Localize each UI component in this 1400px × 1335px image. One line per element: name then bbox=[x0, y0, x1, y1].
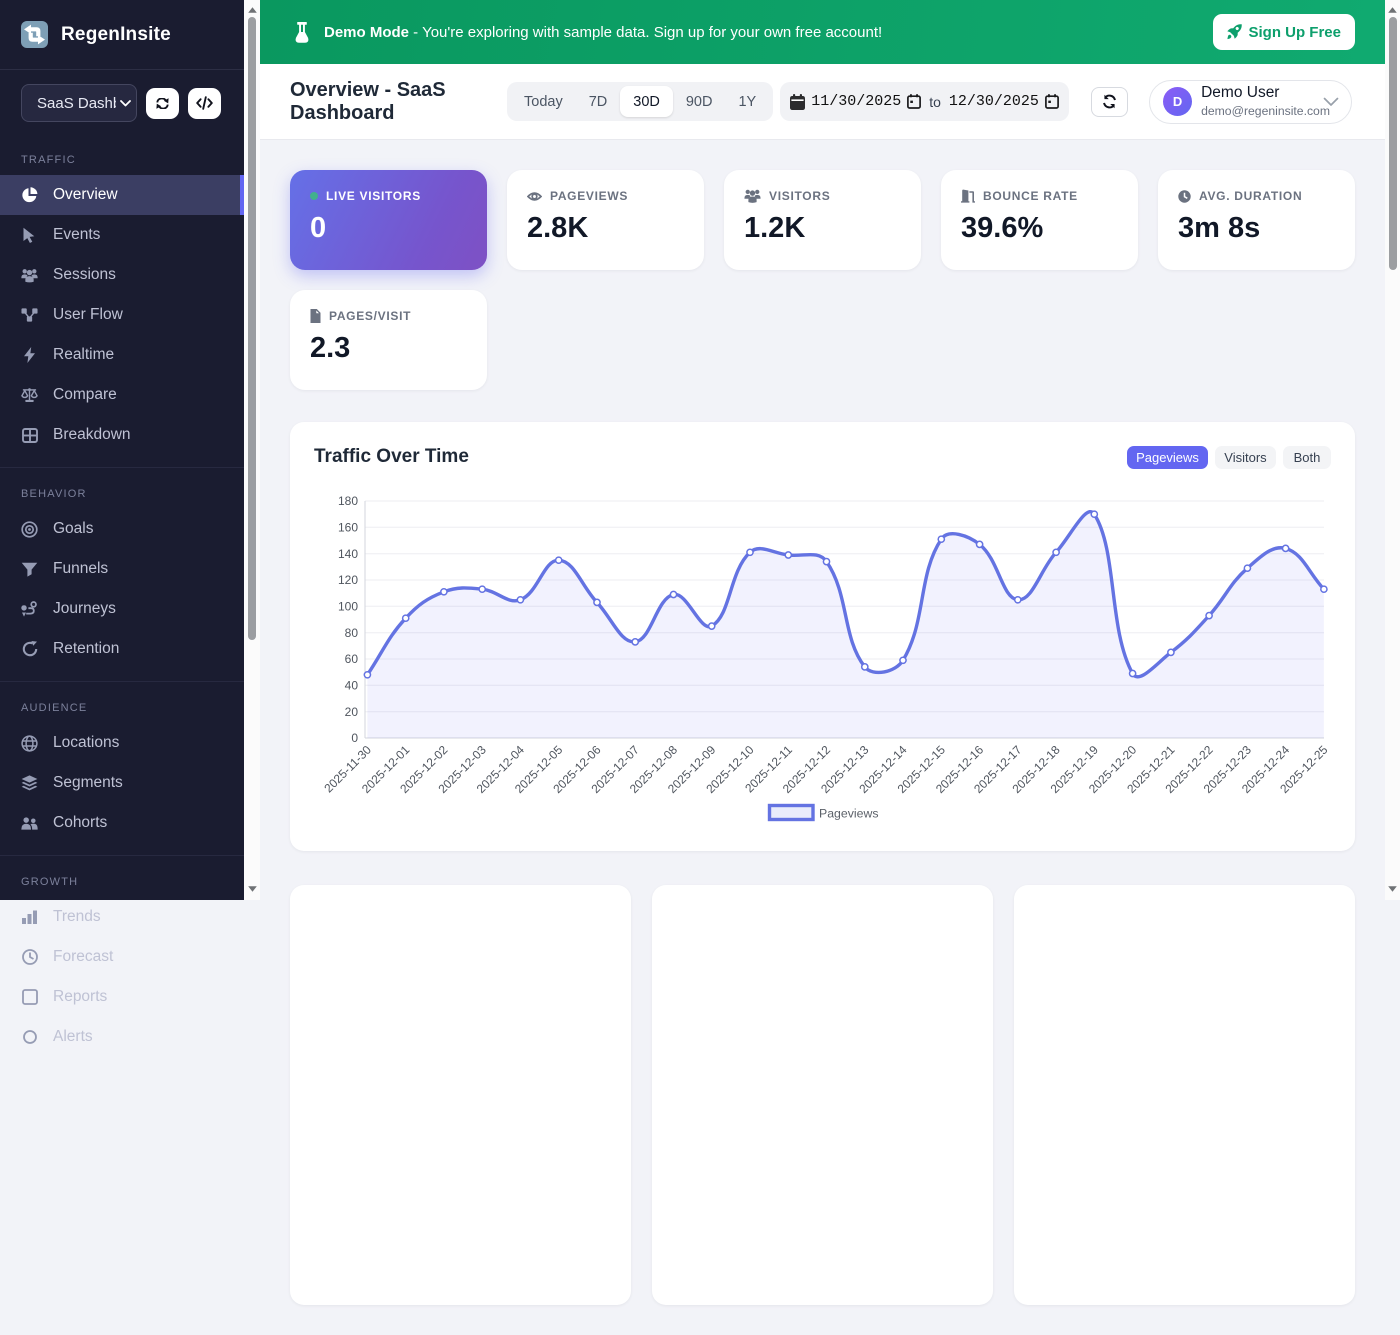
svg-text:160: 160 bbox=[338, 521, 358, 535]
svg-text:0: 0 bbox=[351, 731, 358, 745]
svg-text:40: 40 bbox=[345, 679, 359, 693]
svg-text:140: 140 bbox=[338, 547, 358, 561]
svg-text:180: 180 bbox=[338, 494, 358, 508]
svg-text:20: 20 bbox=[345, 705, 359, 719]
svg-text:60: 60 bbox=[345, 652, 359, 666]
svg-text:120: 120 bbox=[338, 573, 358, 587]
svg-text:Pageviews: Pageviews bbox=[819, 807, 878, 821]
svg-text:100: 100 bbox=[338, 600, 358, 614]
svg-text:80: 80 bbox=[345, 626, 359, 640]
